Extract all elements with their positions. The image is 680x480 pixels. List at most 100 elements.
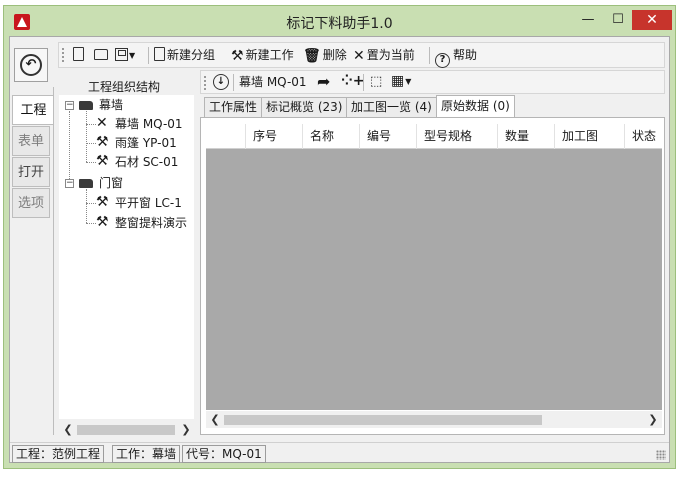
- toolbar-separator: [233, 74, 234, 91]
- raw-data-panel: 序号 名称 编号 型号规格 数量 加工图 状态 ❮ ❯: [200, 117, 665, 435]
- tree-header: 工程组织结构: [88, 80, 161, 94]
- scrollbar-thumb[interactable]: [77, 425, 175, 435]
- new-group-button[interactable]: 新建分组: [154, 46, 215, 65]
- tab-mark-overview[interactable]: 标记概览 (23): [261, 97, 348, 117]
- table-view-icon[interactable]: ▦▼: [391, 72, 411, 91]
- maximize-button[interactable]: ☐: [604, 10, 632, 30]
- toolbar-separator: [148, 47, 149, 64]
- tree-horizontal-scrollbar[interactable]: ❮ ❯: [59, 421, 194, 438]
- scroll-right-icon[interactable]: ❯: [179, 421, 193, 438]
- close-button[interactable]: ✕: [632, 10, 672, 30]
- minimize-button[interactable]: —: [574, 10, 602, 30]
- group-folder-icon: [79, 101, 93, 110]
- tree-item[interactable]: 整窗提料演示: [115, 214, 187, 233]
- tree-group-doorswindows[interactable]: 门窗: [99, 174, 123, 193]
- column-header[interactable]: 编号: [360, 124, 417, 149]
- status-bar: 工程：范例工程 工作：幕墙 代号：MQ-01: [10, 442, 669, 463]
- help-icon: ?: [435, 53, 450, 68]
- delete-label: 删除: [322, 48, 347, 62]
- hammer-icon: ⚒: [96, 153, 109, 169]
- toolbar-grip[interactable]: [62, 48, 64, 62]
- scroll-right-icon[interactable]: ❯: [646, 411, 660, 428]
- column-header[interactable]: 型号规格: [417, 124, 498, 149]
- toolbar-grip[interactable]: [204, 76, 206, 90]
- column-header[interactable]: 加工图: [555, 124, 625, 149]
- tab-form[interactable]: 表单: [12, 126, 50, 156]
- column-header-selector[interactable]: [206, 124, 246, 149]
- hammer-icon: ⚒: [96, 134, 109, 150]
- sidebar-divider: [53, 87, 54, 435]
- status-work: 工作：幕墙: [112, 445, 181, 463]
- work-toolbar: ↓ 幕墙 MQ-01 ➦ ⁘+ ⬚ ▦▼: [200, 70, 665, 94]
- folder-icon: [94, 49, 108, 60]
- trash-icon: 🗑: [303, 48, 321, 64]
- column-header[interactable]: 序号: [246, 124, 303, 149]
- tree-line: [86, 189, 87, 223]
- tree-collapse-toggle[interactable]: −: [65, 101, 74, 110]
- save-icon: [115, 48, 128, 61]
- set-current-button[interactable]: ✕ 置为当前: [353, 46, 415, 65]
- chevron-down-icon: ▼: [129, 51, 136, 60]
- tree-item[interactable]: 平开窗 LC-1: [115, 194, 182, 213]
- tree-item[interactable]: 雨篷 YP-01: [115, 134, 177, 153]
- help-label: 帮助: [453, 48, 478, 62]
- set-current-label: 置为当前: [366, 48, 415, 62]
- new-work-button[interactable]: ⚒ 新建工作: [231, 46, 294, 65]
- tree-line: [86, 124, 96, 125]
- data-grid[interactable]: 序号 名称 编号 型号规格 数量 加工图 状态: [206, 124, 662, 410]
- tab-project[interactable]: 工程: [12, 95, 54, 125]
- save-button[interactable]: ▼: [115, 46, 135, 65]
- tab-raw-data[interactable]: 原始数据 (0): [436, 95, 515, 118]
- column-header[interactable]: 状态: [625, 124, 662, 149]
- scrollbar-thumb[interactable]: [224, 415, 542, 425]
- column-header[interactable]: 名称: [303, 124, 360, 149]
- chevron-down-icon: ▼: [405, 77, 412, 86]
- client-area: ↶ 工程 表单 打开 选项 ▼ 新建分组 ⚒ 新建工作 🗑 删除 ✕ 置为当前 ? 帮助…: [9, 36, 670, 463]
- main-toolbar: ▼ 新建分组 ⚒ 新建工作 🗑 删除 ✕ 置为当前 ? 帮助: [58, 42, 665, 68]
- tree-collapse-toggle[interactable]: −: [65, 179, 74, 188]
- open-folder-button[interactable]: [94, 46, 108, 65]
- new-work-label: 新建工作: [245, 48, 294, 62]
- current-work-label: 幕墙 MQ-01: [239, 75, 307, 89]
- tree-line: [86, 203, 96, 204]
- tools-icon: ✕: [96, 115, 108, 131]
- grid-header: 序号 名称 编号 型号规格 数量 加工图 状态: [206, 124, 662, 149]
- tab-drawing-list[interactable]: 加工图一览 (4): [346, 97, 437, 117]
- download-circle-icon[interactable]: ↓: [213, 74, 229, 90]
- tree-item[interactable]: 石材 SC-01: [115, 153, 178, 172]
- new-group-icon: [154, 47, 165, 61]
- grid-horizontal-scrollbar[interactable]: ❮ ❯: [206, 411, 662, 428]
- scroll-left-icon[interactable]: ❮: [208, 411, 222, 428]
- tree-group-curtainwall[interactable]: 幕墙: [99, 96, 123, 115]
- hammer-icon: ⚒: [231, 48, 244, 64]
- tools-icon: ✕: [353, 48, 365, 64]
- app-window: 标记下料助手1.0 — ☐ ✕ ↶ 工程 表单 打开 选项 ▼ 新建分组 ⚒ 新建…: [3, 5, 676, 469]
- tree-line: [69, 111, 70, 179]
- share-arrow-icon[interactable]: ➦: [317, 72, 330, 91]
- column-header[interactable]: 数量: [498, 124, 555, 149]
- tab-work-properties[interactable]: 工作属性: [204, 97, 263, 117]
- add-marker-icon[interactable]: ⁘+: [341, 72, 364, 91]
- title-bar[interactable]: 标记下料助手1.0 — ☐ ✕: [4, 6, 675, 36]
- help-button[interactable]: ? 帮助: [435, 46, 478, 68]
- new-file-button[interactable]: [73, 46, 84, 65]
- tree-line: [86, 111, 87, 162]
- scroll-left-icon[interactable]: ❮: [61, 421, 75, 438]
- status-code: 代号：MQ-01: [182, 445, 266, 463]
- hammer-icon: ⚒: [96, 194, 109, 210]
- toolbar-separator: [363, 74, 364, 91]
- tab-options[interactable]: 选项: [12, 188, 50, 218]
- tree-item[interactable]: 幕墙 MQ-01: [115, 115, 183, 134]
- back-button[interactable]: ↶: [14, 48, 48, 82]
- tab-strip: 工作属性 标记概览 (23) 加工图一览 (4) 原始数据 (0): [200, 95, 665, 118]
- delete-button[interactable]: 🗑 删除: [303, 46, 347, 65]
- new-file-icon: [73, 47, 84, 61]
- resize-grip-icon[interactable]: [656, 450, 666, 460]
- select-area-icon[interactable]: ⬚: [370, 72, 382, 91]
- project-tree: − 幕墙 ✕ 幕墙 MQ-01 ⚒ 雨篷 YP-01 ⚒ 石材 SC-01 − …: [59, 95, 194, 419]
- tab-open[interactable]: 打开: [12, 157, 50, 187]
- back-arrow-icon: ↶: [20, 54, 42, 76]
- new-group-label: 新建分组: [167, 48, 216, 62]
- hammer-icon: ⚒: [96, 214, 109, 230]
- tree-line: [86, 143, 96, 144]
